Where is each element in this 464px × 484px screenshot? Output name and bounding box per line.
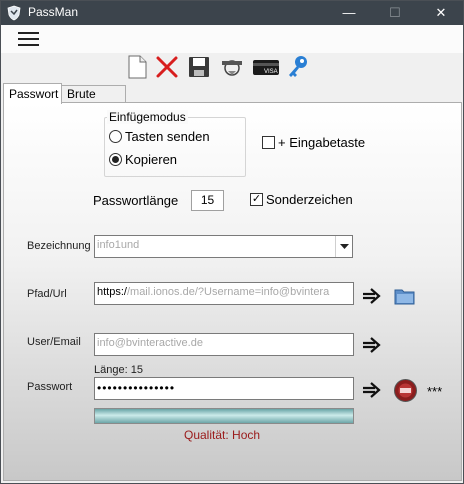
app-shield-icon — [7, 5, 21, 21]
pfad-url-input[interactable]: https://mail.ionos.de/?Username=info@bvi… — [94, 282, 354, 305]
bezeichnung-combobox[interactable]: info1und — [94, 235, 353, 258]
hamburger-menu-icon[interactable] — [18, 32, 39, 46]
insert-mode-group — [104, 117, 246, 177]
password-length-label: Passwortlänge — [93, 193, 179, 208]
special-chars-label[interactable]: Sonderzeichen — [266, 192, 353, 207]
tab-strip: Passwort Brute Force — [1, 83, 463, 118]
pfad-url-label: Pfad/Url — [27, 288, 67, 300]
generate-password-icon[interactable] — [393, 378, 418, 403]
pfad-url-value: /mail.ionos.de/?Username=info@bvintera — [126, 286, 330, 298]
key-icon[interactable] — [285, 54, 311, 80]
user-email-label: User/Email — [27, 336, 81, 348]
radio-kopieren[interactable] — [109, 153, 122, 166]
quality-label: Qualität: Hoch — [184, 428, 261, 442]
bezeichnung-value: info1und — [97, 239, 140, 251]
save-icon[interactable] — [186, 54, 212, 80]
menu-bar — [1, 25, 463, 53]
new-document-icon[interactable] — [124, 54, 150, 80]
close-button[interactable]: ✕ — [418, 1, 463, 25]
radio-tasten-senden[interactable] — [109, 130, 122, 143]
window-title: PassMan — [28, 5, 79, 19]
tab-brute-force[interactable]: Brute Force — [61, 85, 126, 118]
radio-kopieren-label[interactable]: Kopieren — [125, 152, 177, 167]
app-window: PassMan — ☐ ✕ VISA Passwort Brute Force — [0, 0, 464, 484]
send-url-arrow-icon[interactable] — [361, 285, 383, 307]
passwort-label: Passwort — [27, 381, 73, 393]
title-bar[interactable]: PassMan — ☐ ✕ — [1, 1, 463, 25]
minimize-button[interactable]: — — [326, 1, 372, 25]
special-chars-checkbox[interactable]: ✓ — [250, 193, 263, 206]
password-length-input[interactable]: 15 — [191, 190, 224, 211]
combobox-dropdown-button[interactable] — [335, 236, 352, 257]
password-length-info: Länge: 15 — [94, 364, 143, 376]
password-strength-bar — [94, 408, 354, 424]
maximize-button[interactable]: ☐ — [372, 1, 418, 25]
show-password-toggle[interactable]: *** — [427, 384, 442, 399]
pfad-url-prefix: https:/ — [97, 286, 127, 298]
delete-icon[interactable] — [154, 54, 180, 80]
open-folder-icon[interactable] — [393, 285, 417, 307]
credit-card-icon[interactable]: VISA — [252, 54, 280, 80]
send-user-arrow-icon[interactable] — [361, 334, 383, 356]
password-input[interactable]: ••••••••••••••• — [94, 377, 354, 400]
bezeichnung-label: Bezeichnung — [27, 240, 91, 252]
radio-tasten-senden-label[interactable]: Tasten senden — [125, 129, 210, 144]
card-brand-label: VISA — [264, 69, 278, 75]
enter-key-label[interactable]: + Eingabetaste — [278, 135, 365, 150]
insert-mode-title: Einfügemodus — [107, 110, 188, 124]
enter-key-checkbox[interactable] — [262, 136, 275, 149]
tab-passwort[interactable]: Passwort — [3, 83, 62, 104]
chevron-down-icon — [340, 244, 349, 249]
key-ring-icon[interactable] — [219, 54, 245, 80]
send-password-arrow-icon[interactable] — [361, 379, 383, 401]
user-email-input[interactable]: info@bvinteractive.de — [94, 333, 354, 356]
